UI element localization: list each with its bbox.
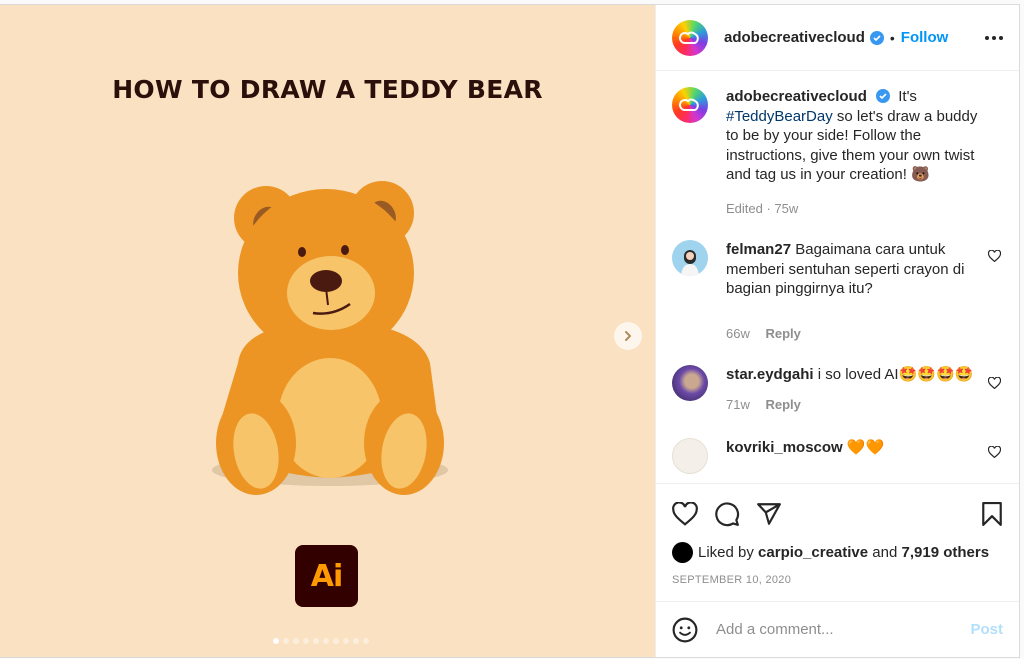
- post-date: SEPTEMBER 10, 2020: [672, 574, 792, 586]
- caption-username[interactable]: adobecreativecloud: [726, 88, 867, 105]
- like-comment-heart-icon[interactable]: [988, 446, 1001, 458]
- share-icon[interactable]: [756, 502, 782, 526]
- carousel-dot: [363, 638, 369, 644]
- carousel-dot: [313, 638, 319, 644]
- carousel-indicator: [273, 638, 369, 644]
- like-comment-heart-icon[interactable]: [988, 377, 1001, 389]
- carousel-dot: [353, 638, 359, 644]
- post-sidebar: adobecreativecloud • Follow adobecreativ…: [655, 5, 1019, 657]
- post-actions: Liked by carpio_creative and 7,919 other…: [656, 483, 1019, 601]
- comment-item: kovriki_moscow 🧡🧡: [672, 438, 1003, 474]
- next-slide-button[interactable]: [614, 322, 642, 350]
- caption-author-avatar[interactable]: [672, 87, 708, 123]
- like-comment-heart-icon[interactable]: [988, 250, 1001, 262]
- commenter-avatar[interactable]: [672, 240, 708, 276]
- commenter-avatar[interactable]: [672, 438, 708, 474]
- comment-body: star.eydgahi i so loved AI🤩🤩🤩🤩 71w Reply: [726, 365, 999, 414]
- carousel-dot: [323, 638, 329, 644]
- comment-age: 66w: [726, 325, 750, 341]
- commenter-avatar[interactable]: [672, 365, 708, 401]
- creative-cloud-logo-icon: [679, 98, 699, 111]
- carousel-dot: [333, 638, 339, 644]
- comment-body: felman27 Bagaimana cara untuk memberi se…: [726, 240, 1003, 343]
- chevron-right-icon: [625, 331, 631, 341]
- comment-item: star.eydgahi i so loved AI🤩🤩🤩🤩 71w Reply: [672, 365, 1003, 414]
- likes-summary[interactable]: Liked by carpio_creative and 7,919 other…: [672, 542, 1003, 563]
- post-header: adobecreativecloud • Follow: [656, 5, 1019, 71]
- carousel-dot: [343, 638, 349, 644]
- comment-text: i so loved AI🤩🤩🤩🤩: [817, 366, 974, 383]
- verified-badge-icon: [869, 30, 884, 45]
- caption: adobecreativecloud It's #TeddyBearDay so…: [672, 87, 1003, 218]
- comment-username[interactable]: felman27: [726, 241, 791, 258]
- add-comment-bar: Post: [656, 601, 1019, 657]
- illustrator-app-logo: Ai: [295, 545, 358, 607]
- comment-age: 71w: [726, 396, 750, 412]
- caption-meta: Edited · 75w: [726, 200, 799, 216]
- creative-cloud-logo-icon: [679, 31, 699, 44]
- liker-username[interactable]: carpio_creative: [758, 544, 868, 561]
- comment-item: felman27 Bagaimana cara untuk memberi se…: [672, 240, 1003, 343]
- comment-username[interactable]: kovriki_moscow: [726, 439, 843, 456]
- likes-count[interactable]: 7,919 others: [902, 544, 990, 561]
- heart-icon[interactable]: [672, 502, 698, 526]
- comment-text: 🧡🧡: [846, 439, 885, 456]
- separator-dot: •: [889, 29, 895, 46]
- smiley-icon[interactable]: [672, 617, 698, 643]
- verified-badge-icon: [876, 89, 891, 103]
- carousel-dot: [273, 638, 279, 644]
- liker-avatar: [672, 542, 693, 563]
- person-photo-icon: [681, 250, 699, 276]
- instagram-post: HOW TO DRAW A TEDDY BEAR Ai adobecreativ…: [0, 4, 1020, 658]
- carousel-dot: [303, 638, 309, 644]
- reply-button[interactable]: Reply: [765, 326, 800, 341]
- bookmark-icon[interactable]: [981, 502, 1003, 526]
- follow-button[interactable]: Follow: [901, 29, 949, 46]
- author-avatar[interactable]: [672, 19, 708, 56]
- comments-section[interactable]: adobecreativecloud It's #TeddyBearDay so…: [656, 71, 1019, 483]
- reply-button[interactable]: Reply: [765, 397, 800, 412]
- author-username[interactable]: adobecreativecloud: [724, 29, 865, 46]
- hashtag-link[interactable]: #TeddyBearDay: [726, 108, 833, 125]
- comment-input[interactable]: [714, 620, 971, 639]
- carousel-dot: [283, 638, 289, 644]
- caption-body: adobecreativecloud It's #TeddyBearDay so…: [726, 87, 1003, 218]
- post-comment-button[interactable]: Post: [970, 621, 1003, 638]
- media-title: HOW TO DRAW A TEDDY BEAR: [112, 75, 543, 104]
- post-media[interactable]: HOW TO DRAW A TEDDY BEAR Ai: [0, 5, 655, 657]
- likes-and: and: [872, 544, 898, 561]
- carousel-dot: [293, 638, 299, 644]
- caption-text-start: It's: [898, 88, 917, 105]
- more-options-icon[interactable]: [985, 35, 1003, 40]
- likes-prefix: Liked by: [698, 544, 754, 561]
- teddy-bear-illustration: [212, 181, 448, 495]
- comment-icon[interactable]: [714, 501, 740, 527]
- comment-body: kovriki_moscow 🧡🧡: [726, 438, 910, 474]
- comment-username[interactable]: star.eydgahi: [726, 366, 814, 383]
